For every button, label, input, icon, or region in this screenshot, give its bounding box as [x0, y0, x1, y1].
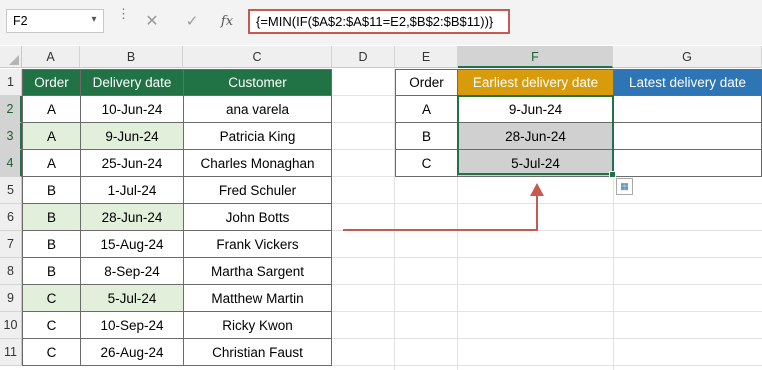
name-box-dropdown-icon[interactable]: ▾ [88, 11, 100, 29]
delivery-date-cell[interactable]: 28-Jun-24 [80, 203, 184, 231]
annotation-arrow [343, 183, 544, 231]
column-header-f[interactable]: F [458, 46, 613, 68]
insert-function-icon[interactable]: fx [215, 11, 239, 33]
order-cell[interactable]: A [22, 95, 81, 123]
header-customer[interactable]: Customer [183, 69, 332, 96]
lookup-order-cell[interactable]: C [395, 149, 458, 177]
order-cell[interactable]: C [22, 284, 81, 312]
column-header-g[interactable]: G [613, 46, 762, 68]
latest-date-cell[interactable] [613, 122, 762, 150]
row-header-3[interactable]: 3 [0, 123, 22, 150]
gridline [332, 338, 762, 339]
delivery-date-cell[interactable]: 25-Jun-24 [80, 149, 184, 177]
row-header-11[interactable]: 11 [0, 339, 22, 366]
selection-outline [457, 95, 614, 175]
order-cell[interactable]: B [22, 257, 81, 285]
fill-handle[interactable] [609, 171, 616, 178]
gridline [613, 177, 614, 370]
column-header-e[interactable]: E [395, 46, 458, 68]
column-header-d[interactable]: D [332, 46, 395, 68]
order-cell[interactable]: B [22, 176, 81, 204]
row-header-1[interactable]: 1 [0, 69, 22, 96]
gridline [332, 149, 395, 150]
order-cell[interactable]: C [22, 311, 81, 339]
delivery-date-cell[interactable]: 5-Jul-24 [80, 284, 184, 312]
customer-cell[interactable]: Martha Sargent [183, 257, 332, 285]
header-earliest-delivery-date[interactable]: Earliest delivery date [457, 69, 614, 96]
formula-input[interactable]: {=MIN(IF($A$2:$A$11=E2,$B$2:$B$11))} [248, 9, 510, 34]
delivery-date-cell[interactable]: 10-Jun-24 [80, 95, 184, 123]
order-cell[interactable]: A [22, 122, 81, 150]
gridline [332, 95, 395, 96]
row-header-6[interactable]: 6 [0, 204, 22, 231]
customer-cell[interactable]: Patricia King [183, 122, 332, 150]
customer-cell[interactable]: Fred Schuler [183, 176, 332, 204]
arrow-head-icon [530, 183, 544, 196]
gridline [332, 311, 762, 312]
customer-cell[interactable]: Charles Monaghan [183, 149, 332, 177]
quick-analysis-icon[interactable]: ▦ [616, 178, 633, 195]
delivery-date-cell[interactable]: 9-Jun-24 [80, 122, 184, 150]
customer-cell[interactable]: Frank Vickers [183, 230, 332, 258]
delivery-date-cell[interactable]: 8-Sep-24 [80, 257, 184, 285]
row-header-4[interactable]: 4 [0, 150, 22, 177]
column-header-b[interactable]: B [80, 46, 183, 68]
row-header-8[interactable]: 8 [0, 258, 22, 285]
lookup-order-cell[interactable]: A [395, 95, 458, 123]
order-cell[interactable]: C [22, 338, 81, 366]
latest-date-cell[interactable] [613, 149, 762, 177]
header-latest-delivery-date[interactable]: Latest delivery date [613, 69, 762, 96]
gridline [332, 257, 762, 258]
row-header-10[interactable]: 10 [0, 312, 22, 339]
order-cell[interactable]: A [22, 149, 81, 177]
lookup-order-cell[interactable]: B [395, 122, 458, 150]
gridline [332, 284, 762, 285]
row-header-5[interactable]: 5 [0, 177, 22, 204]
customer-cell[interactable]: ana varela [183, 95, 332, 123]
delivery-date-cell[interactable]: 1-Jul-24 [80, 176, 184, 204]
gridline [332, 365, 762, 366]
customer-cell[interactable]: Christian Faust [183, 338, 332, 366]
customer-cell[interactable]: Matthew Martin [183, 284, 332, 312]
order-cell[interactable]: B [22, 203, 81, 231]
row-header-2[interactable]: 2 [0, 96, 22, 123]
row-header-9[interactable]: 9 [0, 285, 22, 312]
gridline [332, 122, 395, 123]
cancel-icon[interactable]: ✕ [141, 11, 163, 33]
header-delivery-date[interactable]: Delivery date [80, 69, 184, 96]
column-header-a[interactable]: A [22, 46, 80, 68]
customer-cell[interactable]: Ricky Kwon [183, 311, 332, 339]
order-cell[interactable]: B [22, 230, 81, 258]
header-order-lookup[interactable]: Order [395, 69, 458, 96]
delivery-date-cell[interactable]: 15-Aug-24 [80, 230, 184, 258]
delivery-date-cell[interactable]: 10-Sep-24 [80, 311, 184, 339]
header-order[interactable]: Order [22, 69, 81, 96]
column-header-c[interactable]: C [183, 46, 332, 68]
formula-bar-grip-icon: ⋮ [117, 6, 130, 21]
delivery-date-cell[interactable]: 26-Aug-24 [80, 338, 184, 366]
row-header-7[interactable]: 7 [0, 231, 22, 258]
enter-icon[interactable]: ✓ [181, 11, 203, 33]
latest-date-cell[interactable] [613, 95, 762, 123]
select-all-triangle-icon [9, 55, 19, 65]
customer-cell[interactable]: John Botts [183, 203, 332, 231]
